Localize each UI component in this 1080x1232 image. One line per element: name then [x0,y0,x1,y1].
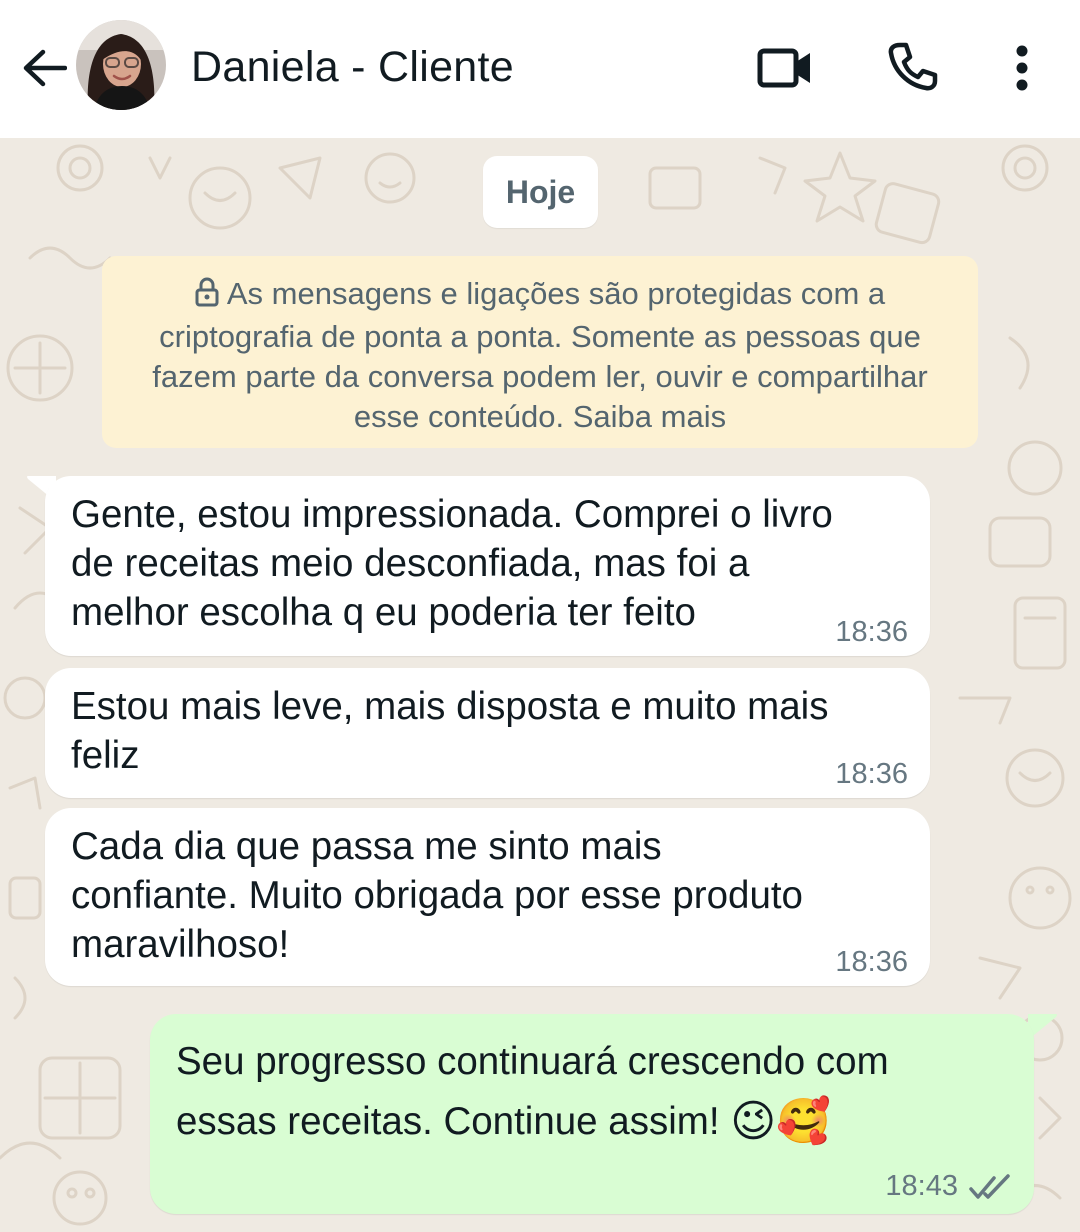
message-text: Gente, estou impressionada. Comprei o li… [71,493,833,634]
video-call-icon [757,48,810,88]
voice-call-button[interactable] [884,38,940,96]
video-call-button[interactable] [752,42,818,94]
back-arrow-icon [23,49,67,87]
message-time: 18:36 [835,616,908,648]
message-time: 18:43 [885,1170,958,1202]
message-bubble-outgoing[interactable]: Seu progresso continuará crescendo com e… [150,1014,1034,1214]
message-time: 18:36 [835,758,908,790]
encryption-notice[interactable]: As mensagens e ligações são protegidas c… [102,256,978,448]
chat-header: Daniela - Cliente [0,0,1080,138]
encryption-notice-text: As mensagens e ligações são protegidas c… [152,276,928,434]
more-vertical-icon [1016,45,1028,91]
message-bubble-incoming[interactable]: Estou mais leve, mais disposta e muito m… [45,668,930,798]
lock-icon [195,277,219,317]
message-text: Cada dia que passa me sinto mais confian… [71,825,803,966]
message-text: Seu progresso continuará crescendo com e… [176,1032,889,1152]
double-check-icon [969,1174,1010,1199]
contact-name[interactable]: Daniela - Cliente [191,38,514,96]
message-time: 18:36 [835,946,908,978]
more-options-button[interactable] [1002,40,1042,96]
chat-area[interactable]: Hoje As mensagens e ligações são protegi… [0,138,1080,1232]
emoji: 😉🥰 [730,1097,831,1146]
message-bubble-incoming[interactable]: Gente, estou impressionada. Comprei o li… [45,476,930,656]
message-text: Estou mais leve, mais disposta e muito m… [71,685,829,777]
back-button[interactable] [18,42,70,94]
date-separator: Hoje [483,156,598,228]
phone-icon [888,42,938,91]
message-bubble-incoming[interactable]: Cada dia que passa me sinto mais confian… [45,808,930,986]
avatar[interactable] [76,20,166,110]
